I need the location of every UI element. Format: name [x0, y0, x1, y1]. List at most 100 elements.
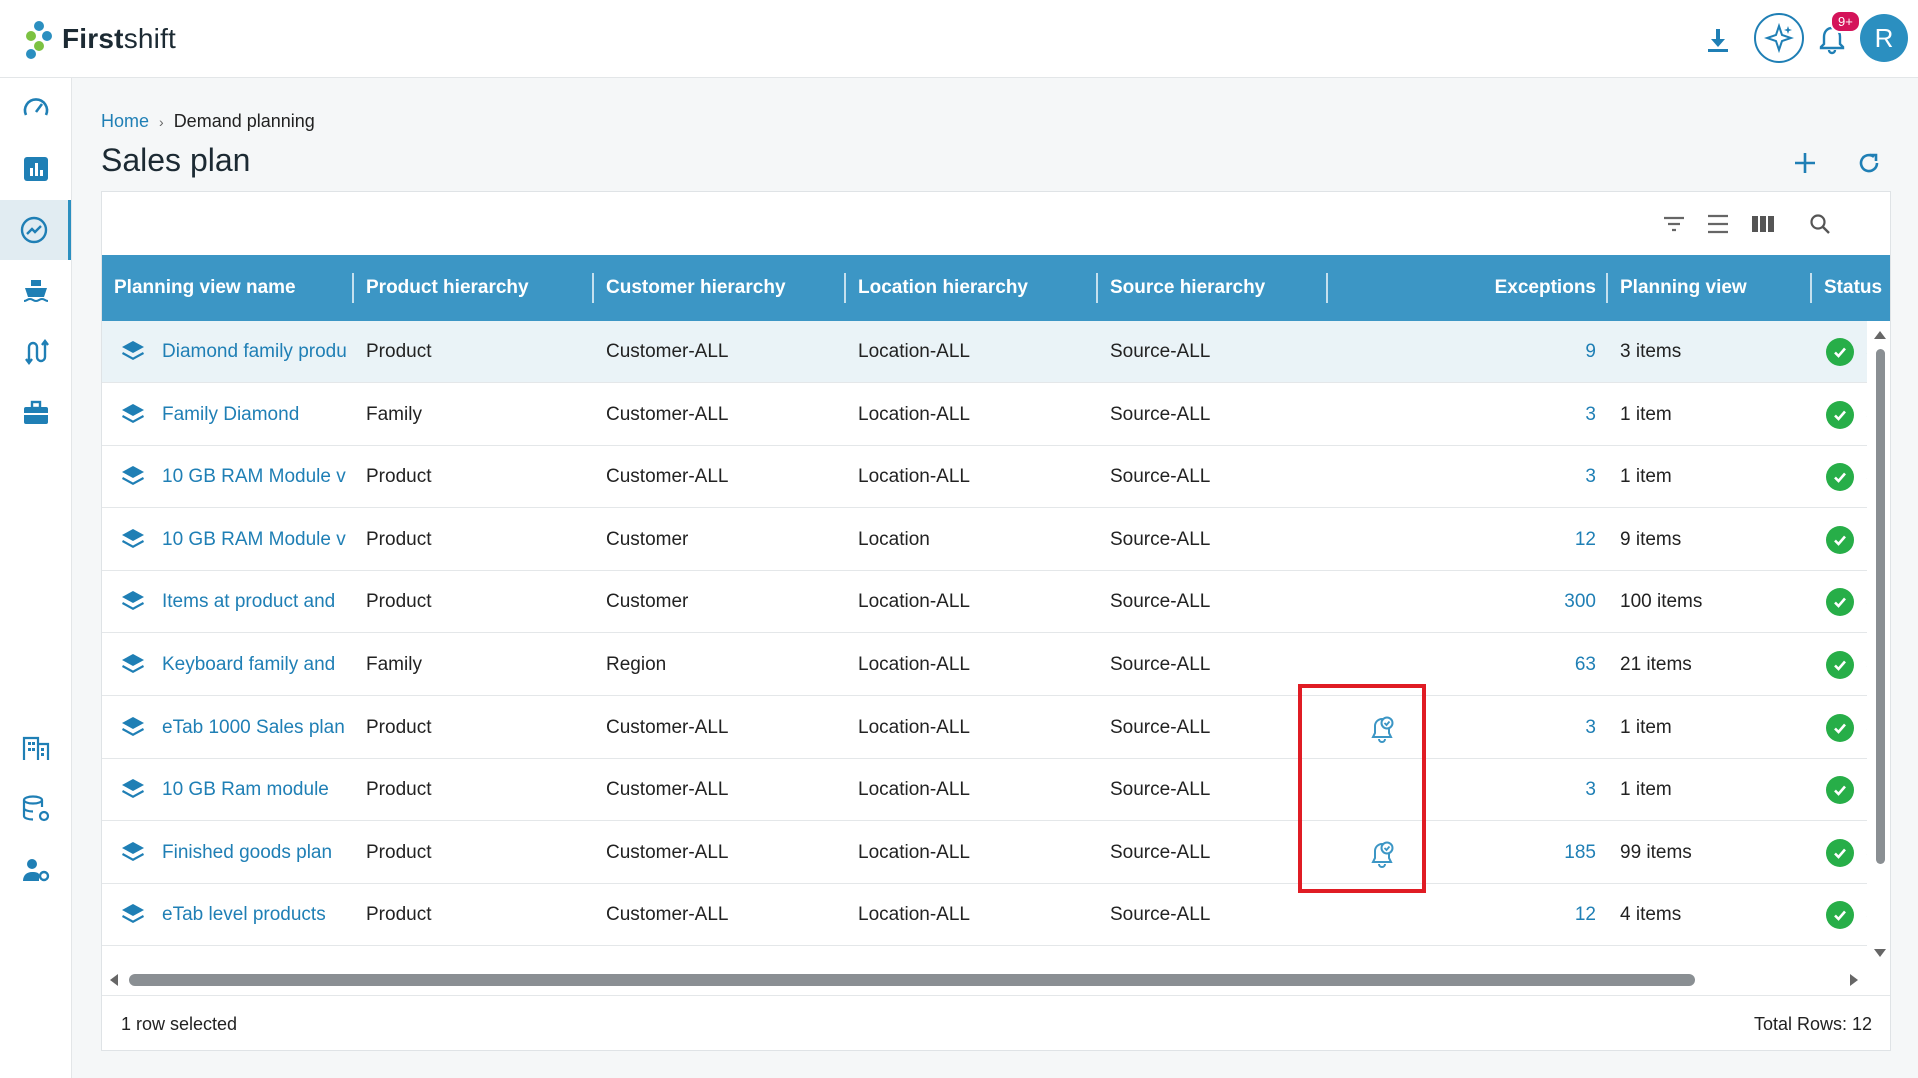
customer-hierarchy-cell: Customer-ALL: [606, 466, 729, 488]
column-header-product-hierarchy[interactable]: Product hierarchy: [354, 255, 594, 321]
column-header-alert[interactable]: [1328, 255, 1428, 321]
sidebar-item-portfolio[interactable]: [0, 383, 71, 443]
exceptions-count-link[interactable]: 3: [1428, 446, 1596, 508]
sidebar-item-dashboard[interactable]: [0, 78, 71, 138]
planning-view-items-cell: 9 items: [1620, 528, 1682, 550]
planning-view-name-link[interactable]: 10 GB RAM Module v: [162, 446, 354, 508]
exceptions-count-link[interactable]: 300: [1428, 571, 1596, 633]
status-cell: Success: [1826, 321, 1867, 383]
horizontal-scrollbar[interactable]: [102, 966, 1890, 992]
table-row[interactable]: eTab level products Product Customer-ALL Lo…: [102, 884, 1867, 947]
exceptions-count-link[interactable]: 9: [1428, 321, 1596, 383]
scroll-right-arrow-icon[interactable]: [1850, 974, 1860, 986]
table-row[interactable]: Finished goods plan Product Customer-ALL Lo…: [102, 821, 1867, 884]
status-cell: Success: [1826, 571, 1867, 633]
table-row[interactable]: eTab 1000 Sales plan Product Customer-ALL L…: [102, 696, 1867, 759]
success-check-icon: [1826, 463, 1854, 492]
column-header-location-hierarchy[interactable]: Location hierarchy: [846, 255, 1098, 321]
scroll-down-arrow-icon[interactable]: [1874, 949, 1886, 959]
product-hierarchy-cell: Product: [366, 904, 432, 926]
column-header-status[interactable]: Status: [1812, 255, 1890, 321]
exceptions-count-link[interactable]: 185: [1428, 822, 1596, 884]
product-hierarchy-cell: Product: [366, 779, 432, 801]
planning-view-name-link[interactable]: Items at product and: [162, 571, 354, 633]
horizontal-scroll-thumb[interactable]: [129, 974, 1695, 986]
breadcrumb-separator: ›: [159, 113, 164, 130]
source-hierarchy-cell: Source-ALL: [1110, 341, 1211, 362]
planning-view-name-link[interactable]: 10 GB Ram module: [162, 759, 354, 821]
customer-hierarchy-cell: Customer-ALL: [606, 904, 729, 926]
table-row[interactable]: Diamond family produ Product Customer-ALL L…: [102, 321, 1867, 383]
product-hierarchy-cell: Product: [366, 591, 432, 613]
exceptions-count-link[interactable]: 3: [1428, 697, 1596, 759]
table-footer: 1 row selected Total Rows: 12: [102, 995, 1890, 1051]
product-hierarchy-cell: Product: [366, 716, 432, 738]
trending-chart-icon: [20, 216, 48, 244]
table-row[interactable]: 10 GB RAM Module v Product Customer-ALL Loc…: [102, 446, 1867, 509]
user-avatar[interactable]: R: [1860, 14, 1908, 62]
status-label: Success: [1866, 904, 1867, 926]
layers-icon: [120, 759, 150, 821]
exceptions-count-link[interactable]: 12: [1428, 884, 1596, 946]
sidebar-item-demand-planning[interactable]: [0, 200, 71, 260]
planning-view-items-cell: 4 items: [1620, 904, 1682, 926]
product-hierarchy-cell: Product: [366, 341, 432, 362]
columns-icon[interactable]: [1749, 210, 1777, 238]
column-header-planning-view-name[interactable]: Planning view name: [102, 255, 354, 321]
alert-bell-check-icon[interactable]: [1342, 697, 1422, 759]
column-header-customer-hierarchy[interactable]: Customer hierarchy: [594, 255, 846, 321]
sidebar-item-routes[interactable]: [0, 322, 71, 382]
planning-view-items-cell: 1 item: [1620, 716, 1672, 738]
customer-hierarchy-cell: Region: [606, 654, 667, 675]
refresh-icon[interactable]: [1851, 145, 1887, 181]
sidebar: [0, 78, 72, 1078]
success-check-icon: [1826, 713, 1854, 742]
table-row[interactable]: Items at product and Product Customer Locat…: [102, 571, 1867, 634]
column-header-planning-view[interactable]: Planning view: [1608, 255, 1812, 321]
search-icon[interactable]: [1806, 210, 1834, 238]
source-hierarchy-cell: Source-ALL: [1110, 904, 1211, 926]
breadcrumb-home[interactable]: Home: [101, 111, 149, 132]
sidebar-item-supply[interactable]: [0, 261, 71, 321]
status-label: Success: [1866, 717, 1867, 739]
alert-bell-check-icon[interactable]: [1342, 822, 1422, 884]
filter-icon[interactable]: [1660, 210, 1688, 238]
exceptions-count-link[interactable]: 3: [1428, 384, 1596, 446]
planning-view-name-link[interactable]: Keyboard family and: [162, 634, 354, 696]
customer-hierarchy-cell: Customer-ALL: [606, 341, 729, 362]
scroll-left-arrow-icon[interactable]: [108, 974, 118, 986]
planning-view-name-link[interactable]: Finished goods plan: [162, 822, 354, 884]
table-row[interactable]: 10 GB Ram module Product Customer-ALL Locat…: [102, 759, 1867, 822]
planning-view-name-link[interactable]: Diamond family produ: [162, 321, 354, 383]
sidebar-item-data-settings[interactable]: [0, 779, 71, 839]
sidebar-item-user-settings[interactable]: [0, 840, 71, 900]
success-check-icon: [1826, 400, 1854, 429]
exceptions-count-link[interactable]: 12: [1428, 509, 1596, 571]
exceptions-count-link[interactable]: 63: [1428, 634, 1596, 696]
download-icon[interactable]: [1700, 22, 1736, 58]
table-row[interactable]: Keyboard family and Family Region Location-…: [102, 634, 1867, 696]
sidebar-item-organization[interactable]: [0, 718, 71, 778]
app-logo[interactable]: Firstshift: [26, 18, 176, 60]
vertical-scrollbar[interactable]: [1870, 329, 1890, 969]
breadcrumb-current: Demand planning: [173, 111, 315, 131]
planning-view-name-link[interactable]: Family Diamond: [162, 384, 354, 446]
planning-view-name-link[interactable]: eTab 1000 Sales plan: [162, 697, 354, 759]
scroll-up-arrow-icon[interactable]: [1874, 329, 1886, 339]
density-menu-icon[interactable]: [1704, 210, 1732, 238]
column-header-source-hierarchy[interactable]: Source hierarchy: [1098, 255, 1328, 321]
exceptions-count-link[interactable]: 3: [1428, 759, 1596, 821]
vertical-scroll-thumb[interactable]: [1876, 349, 1885, 864]
ai-assistant-sparkle-icon[interactable]: [1754, 13, 1804, 63]
product-hierarchy-cell: Family: [366, 654, 422, 675]
status-label: Success: [1866, 591, 1867, 613]
customer-hierarchy-cell: Customer: [606, 591, 689, 613]
table-row[interactable]: Family Diamond Family Customer-ALL Location…: [102, 383, 1867, 446]
column-header-exceptions[interactable]: Exceptions: [1428, 255, 1608, 321]
table-row[interactable]: 10 GB RAM Module v Product Customer Locatio…: [102, 508, 1867, 571]
planning-view-name-link[interactable]: 10 GB RAM Module v: [162, 509, 354, 571]
source-hierarchy-cell: Source-ALL: [1110, 591, 1211, 613]
sidebar-item-reports[interactable]: [0, 139, 71, 199]
planning-view-name-link[interactable]: eTab level products: [162, 884, 354, 946]
add-icon[interactable]: [1787, 145, 1823, 181]
